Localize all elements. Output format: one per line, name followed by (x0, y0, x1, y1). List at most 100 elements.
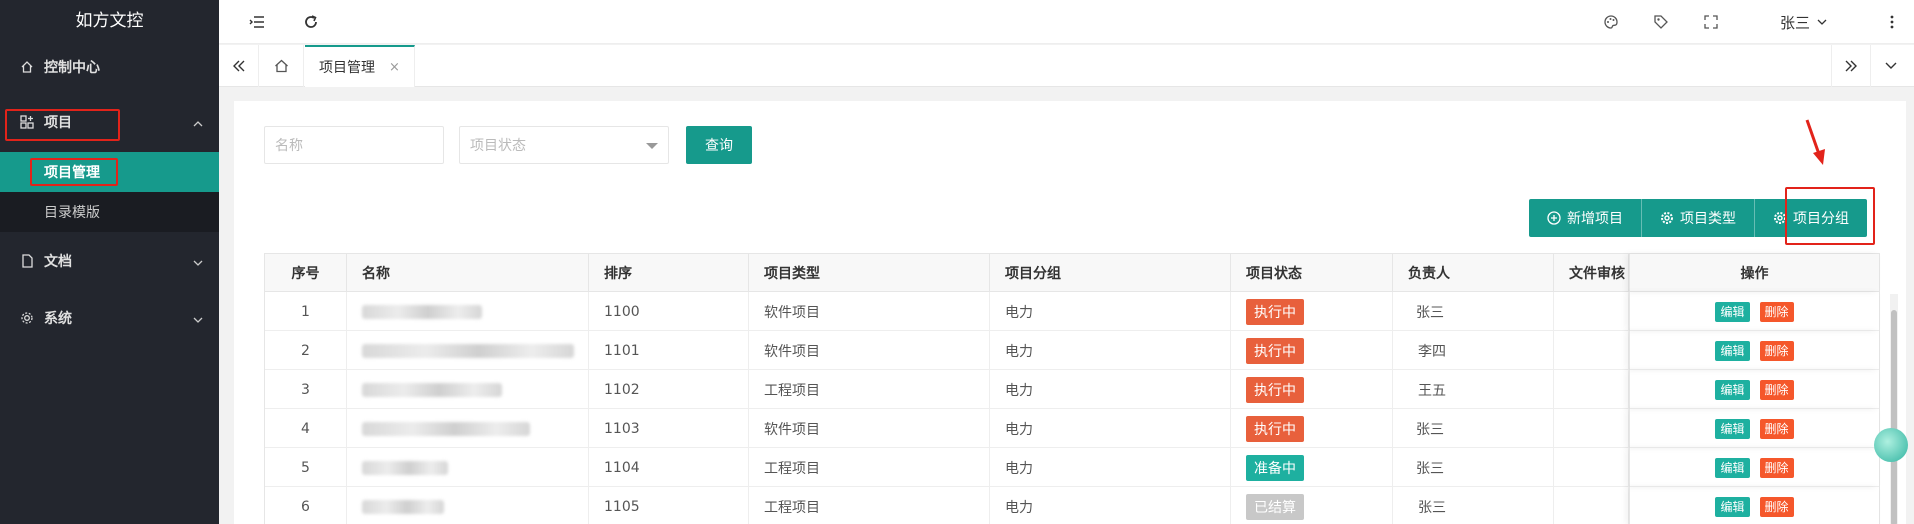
cell-review (1554, 370, 1629, 409)
header-name: 名称 (347, 254, 589, 292)
cell-name-redacted (347, 487, 589, 524)
cell-status: 执行中 (1231, 409, 1393, 448)
floating-assistant-icon[interactable] (1874, 428, 1908, 462)
cell-order: 1104 (589, 448, 749, 487)
document-icon (20, 254, 34, 268)
delete-button[interactable]: 删除 (1759, 457, 1794, 478)
edit-button[interactable]: 编辑 (1715, 379, 1750, 400)
scrollbar-thumb[interactable] (1891, 310, 1897, 524)
edit-button[interactable]: 编辑 (1715, 340, 1750, 361)
status-placeholder: 项目状态 (470, 138, 526, 154)
cell-group: 电力 (990, 331, 1231, 370)
cell-owner: 李四 (1393, 331, 1554, 370)
more-menu-button[interactable] (1874, 0, 1910, 44)
cell-group: 电力 (990, 370, 1231, 409)
chevron-down-icon (1817, 19, 1827, 25)
name-placeholder: 名称 (275, 138, 303, 154)
status-badge: 执行中 (1246, 415, 1304, 442)
header-ops: 操作 (1629, 254, 1879, 292)
cell-ops: 编辑 删除 (1629, 331, 1879, 370)
table-row: 2 1101 软件项目 电力 执行中 李四 编辑 删除 (265, 331, 1879, 370)
tag-button[interactable] (1643, 0, 1679, 44)
gear-icon (1773, 211, 1787, 225)
main-content: 名称 项目状态 查询 新增项目 项目类型 项目分组 序号 名称 排序 项目类型 … (234, 101, 1906, 524)
cell-type: 软件项目 (749, 292, 990, 331)
palette-icon (1604, 15, 1618, 29)
fullscreen-button[interactable] (1693, 0, 1729, 44)
menu-fold-icon (249, 16, 264, 28)
delete-button[interactable]: 删除 (1759, 379, 1794, 400)
action-button-group: 新增项目 项目类型 项目分组 (1529, 199, 1867, 237)
table-row: 1 1100 软件项目 电力 执行中 张三 编辑 删除 (265, 292, 1879, 331)
delete-button[interactable]: 删除 (1759, 340, 1794, 361)
tab-home[interactable] (260, 45, 304, 87)
delete-button[interactable]: 删除 (1759, 418, 1794, 439)
tab-project-management[interactable]: 项目管理 × (305, 45, 415, 87)
table-row: 5 1104 工程项目 电力 准备中 张三 编辑 删除 (265, 448, 1879, 487)
status-badge: 准备中 (1246, 454, 1304, 481)
chevron-down-icon (193, 313, 203, 323)
chevron-down-icon (1885, 62, 1897, 69)
project-group-button[interactable]: 项目分组 (1755, 199, 1867, 237)
more-vertical-icon (1890, 15, 1894, 29)
refresh-button[interactable] (293, 0, 329, 44)
sidebar-item-project[interactable]: 项目 (0, 92, 219, 152)
tabs-scroll-left-button[interactable] (219, 45, 259, 87)
cell-group: 电力 (990, 292, 1231, 331)
add-project-button[interactable]: 新增项目 (1529, 199, 1642, 237)
cell-index: 3 (265, 370, 347, 409)
edit-button[interactable]: 编辑 (1715, 457, 1750, 478)
cell-type: 工程项目 (749, 448, 990, 487)
query-button-label: 查询 (705, 138, 733, 154)
add-project-label: 新增项目 (1567, 211, 1623, 227)
cell-review (1554, 487, 1629, 524)
cell-name-redacted (347, 370, 589, 409)
gear-icon (1660, 211, 1674, 225)
annotation-arrow (1805, 119, 1825, 165)
cell-index: 6 (265, 487, 347, 524)
status-badge: 已结算 (1246, 493, 1304, 520)
theme-button[interactable] (1593, 0, 1629, 44)
status-select[interactable]: 项目状态 (459, 126, 669, 164)
cell-ops: 编辑 删除 (1629, 409, 1879, 448)
name-search-input[interactable]: 名称 (264, 126, 444, 164)
delete-button[interactable]: 删除 (1759, 496, 1794, 517)
project-type-button[interactable]: 项目类型 (1642, 199, 1755, 237)
edit-button[interactable]: 编辑 (1715, 418, 1750, 439)
chevron-up-icon (193, 117, 203, 127)
query-button[interactable]: 查询 (686, 126, 752, 164)
table-header: 序号 名称 排序 项目类型 项目分组 项目状态 负责人 文件审核 操作 (265, 254, 1879, 292)
collapse-menu-button[interactable] (239, 0, 275, 44)
sidebar-item-system[interactable]: 系统 (0, 290, 219, 346)
header-group: 项目分组 (990, 254, 1231, 292)
top-bar: 张三 (219, 0, 1914, 44)
sidebar-subitem-directory-template[interactable]: 目录模版 (0, 192, 219, 232)
tabs-scroll-right-button[interactable] (1831, 45, 1871, 87)
cell-name-redacted (347, 331, 589, 370)
sidebar-item-label: 文档 (44, 254, 72, 270)
sidebar-item-document[interactable]: 文档 (0, 232, 219, 290)
edit-button[interactable]: 编辑 (1715, 301, 1750, 322)
tabs-dropdown-button[interactable] (1871, 45, 1911, 87)
cell-order: 1100 (589, 292, 749, 331)
cell-owner: 张三 (1393, 292, 1554, 331)
header-index: 序号 (265, 254, 347, 292)
cell-group: 电力 (990, 448, 1231, 487)
chevron-down-icon (193, 256, 203, 266)
status-badge: 执行中 (1246, 298, 1304, 325)
sidebar-item-control-center[interactable]: 控制中心 (0, 42, 219, 92)
cell-status: 已结算 (1231, 487, 1393, 524)
table-scrollbar[interactable] (1890, 294, 1898, 524)
fullscreen-icon (1704, 15, 1718, 29)
edit-button[interactable]: 编辑 (1715, 496, 1750, 517)
user-menu[interactable]: 张三 (1780, 0, 1828, 44)
user-name: 张三 (1780, 13, 1811, 32)
cell-review (1554, 409, 1629, 448)
cell-status: 执行中 (1231, 331, 1393, 370)
cell-order: 1101 (589, 331, 749, 370)
sidebar-subitem-project-management[interactable]: 项目管理 (0, 152, 219, 192)
delete-button[interactable]: 删除 (1759, 301, 1794, 322)
close-icon[interactable]: × (389, 60, 400, 75)
project-group-label: 项目分组 (1793, 211, 1849, 227)
sidebar-subitem-label: 项目管理 (44, 165, 100, 181)
